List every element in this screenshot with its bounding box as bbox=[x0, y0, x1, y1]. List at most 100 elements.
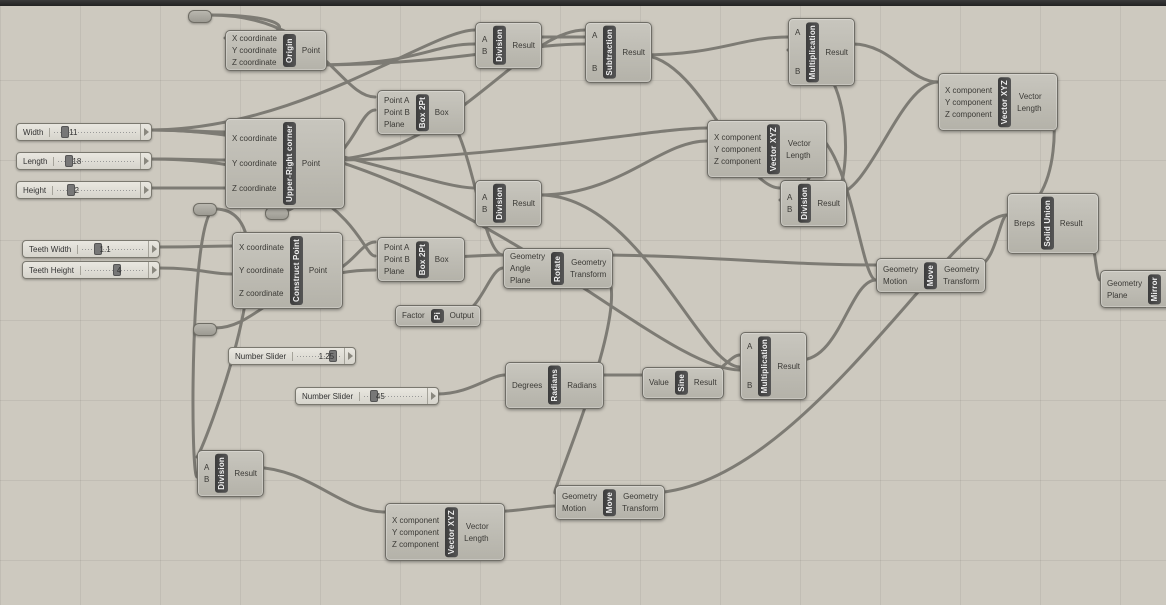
slider-teeth-height[interactable]: Teeth Height 4 bbox=[22, 261, 160, 279]
node-rotate[interactable]: Geometry Angle Plane Rotate Geometry Tra… bbox=[503, 248, 613, 289]
port-in[interactable]: B bbox=[480, 46, 489, 57]
slider-width[interactable]: Width 11 bbox=[16, 123, 152, 141]
slider-number-2[interactable]: Number Slider 45 bbox=[295, 387, 439, 405]
port-in[interactable]: Motion bbox=[881, 276, 909, 287]
port-in[interactable]: Plane bbox=[382, 119, 406, 130]
port-in[interactable]: Plane bbox=[1105, 290, 1129, 301]
port-in[interactable]: X component bbox=[943, 85, 994, 96]
node-box-2pt-2[interactable]: Point A Point B Plane Box 2Pt Box bbox=[377, 237, 465, 282]
port-out[interactable]: Length bbox=[784, 150, 812, 161]
relay[interactable] bbox=[188, 10, 212, 23]
slider-length[interactable]: Length 18 bbox=[16, 152, 152, 170]
port-in[interactable]: Z coordinate bbox=[237, 288, 285, 299]
port-in[interactable]: Y component bbox=[943, 97, 994, 108]
slider-teeth-width[interactable]: Teeth Width 1.1 bbox=[22, 240, 160, 258]
port-out[interactable]: Geometry bbox=[621, 491, 660, 502]
port-in[interactable]: Point A bbox=[382, 242, 411, 253]
port-out[interactable]: Result bbox=[692, 377, 719, 388]
node-division-2[interactable]: A B Division Result bbox=[475, 180, 542, 227]
port-in[interactable]: Z component bbox=[712, 156, 763, 167]
slider-output-grip[interactable] bbox=[140, 182, 151, 198]
node-origin[interactable]: X coordinate Y coordinate Z coordinate O… bbox=[225, 30, 327, 71]
port-in[interactable]: A bbox=[590, 30, 599, 41]
port-in[interactable]: X coordinate bbox=[237, 242, 286, 253]
port-out[interactable]: Box bbox=[433, 254, 451, 265]
node-move-2[interactable]: Geometry Motion Move Geometry Transform bbox=[555, 485, 665, 520]
port-in[interactable]: A bbox=[793, 27, 802, 38]
port-in[interactable]: Point B bbox=[382, 254, 412, 265]
port-out[interactable]: Point bbox=[300, 158, 322, 169]
port-in[interactable]: B bbox=[785, 204, 794, 215]
node-division-1[interactable]: A B Division Result bbox=[475, 22, 542, 69]
node-multiplication-1[interactable]: A B Multiplication Result bbox=[788, 18, 855, 86]
port-out[interactable]: Radians bbox=[565, 380, 598, 391]
port-in[interactable]: B bbox=[590, 63, 599, 74]
port-in[interactable]: Y coordinate bbox=[230, 158, 279, 169]
port-out[interactable]: Vector bbox=[1017, 91, 1044, 102]
port-out[interactable]: Result bbox=[1058, 218, 1085, 229]
port-in[interactable]: Value bbox=[647, 377, 671, 388]
port-in[interactable]: Plane bbox=[382, 266, 406, 277]
slider-output-grip[interactable] bbox=[344, 348, 355, 364]
port-in[interactable]: Geometry bbox=[560, 491, 599, 502]
port-out[interactable]: Result bbox=[815, 198, 842, 209]
relay[interactable] bbox=[193, 323, 217, 336]
slider-output-grip[interactable] bbox=[140, 124, 151, 140]
port-in[interactable]: A bbox=[202, 462, 211, 473]
port-out[interactable]: Vector bbox=[786, 138, 813, 149]
port-in[interactable]: A bbox=[480, 192, 489, 203]
node-move-1[interactable]: Geometry Motion Move Geometry Transform bbox=[876, 258, 986, 293]
port-out[interactable]: Transform bbox=[941, 276, 981, 287]
port-in[interactable]: Geometry bbox=[881, 264, 920, 275]
port-in[interactable]: Y coordinate bbox=[230, 45, 279, 56]
node-multiplication-2[interactable]: A B Multiplication Result bbox=[740, 332, 807, 400]
port-in[interactable]: Y coordinate bbox=[237, 265, 286, 276]
slider-height[interactable]: Height 2 bbox=[16, 181, 152, 199]
port-in[interactable]: A bbox=[745, 341, 754, 352]
port-out[interactable]: Result bbox=[232, 468, 259, 479]
port-in[interactable]: Angle bbox=[508, 263, 532, 274]
node-vector-xyz-3[interactable]: X component Y component Z component Vect… bbox=[385, 503, 505, 561]
slider-output-grip[interactable] bbox=[427, 388, 438, 404]
port-in[interactable]: Geometry bbox=[508, 251, 547, 262]
port-out[interactable]: Geometry bbox=[569, 257, 608, 268]
port-in[interactable]: Z coordinate bbox=[230, 183, 278, 194]
port-in[interactable]: Point B bbox=[382, 107, 412, 118]
port-out[interactable]: Output bbox=[448, 310, 476, 321]
port-out[interactable]: Transform bbox=[620, 503, 660, 514]
port-in[interactable]: Plane bbox=[508, 275, 532, 286]
port-in[interactable]: Breps bbox=[1012, 218, 1037, 229]
port-out[interactable]: Geometry bbox=[942, 264, 981, 275]
port-in[interactable]: X coordinate bbox=[230, 33, 279, 44]
port-in[interactable]: Geometry bbox=[1105, 278, 1144, 289]
slider-output-grip[interactable] bbox=[140, 153, 151, 169]
node-subtraction[interactable]: A B Subtraction Result bbox=[585, 22, 652, 83]
node-radians[interactable]: Degrees Radians Radians bbox=[505, 362, 604, 409]
port-out[interactable]: Vector bbox=[464, 521, 491, 532]
node-solid-union[interactable]: Breps Solid Union Result bbox=[1007, 193, 1099, 254]
port-in[interactable]: Z component bbox=[943, 109, 994, 120]
port-in[interactable]: B bbox=[793, 66, 802, 77]
port-in[interactable]: X component bbox=[390, 515, 441, 526]
port-in[interactable]: Point A bbox=[382, 95, 411, 106]
node-vector-xyz-2[interactable]: X component Y component Z component Vect… bbox=[938, 73, 1058, 131]
port-in[interactable]: Factor bbox=[400, 310, 427, 321]
node-sine[interactable]: Value Sine Result bbox=[642, 367, 724, 399]
port-out[interactable]: Result bbox=[775, 361, 802, 372]
port-in[interactable]: B bbox=[745, 380, 754, 391]
grasshopper-canvas[interactable]: { "sliders":{ "width":{"label":"Width","… bbox=[0, 0, 1166, 605]
relay[interactable] bbox=[265, 207, 289, 220]
port-out[interactable]: Result bbox=[620, 47, 647, 58]
port-out[interactable]: Point bbox=[307, 265, 329, 276]
port-out[interactable]: Result bbox=[510, 40, 537, 51]
node-pi[interactable]: Factor Pi Output bbox=[395, 305, 481, 327]
port-out[interactable]: Result bbox=[510, 198, 537, 209]
port-in[interactable]: Z coordinate bbox=[230, 57, 278, 68]
port-in[interactable]: Z component bbox=[390, 539, 441, 550]
port-out[interactable]: Box bbox=[433, 107, 451, 118]
port-out[interactable]: Length bbox=[462, 533, 490, 544]
slider-output-grip[interactable] bbox=[148, 262, 159, 278]
port-in[interactable]: Degrees bbox=[510, 380, 544, 391]
port-in[interactable]: X component bbox=[712, 132, 763, 143]
relay[interactable] bbox=[193, 203, 217, 216]
